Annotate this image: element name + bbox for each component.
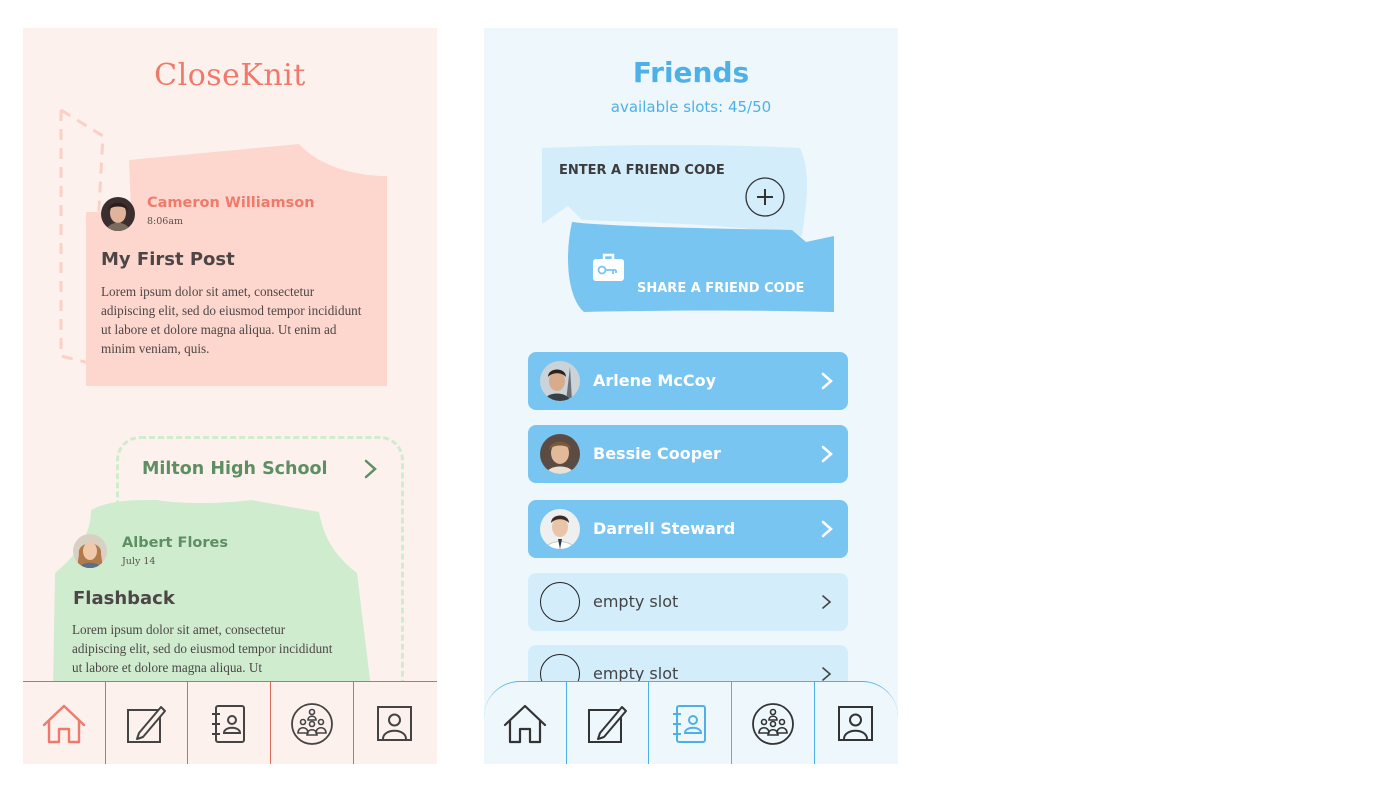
friends-screen: Friends available slots: 45/50 ENTER A F…: [484, 28, 898, 764]
post-time: July 14: [122, 556, 156, 567]
address-book-icon: [673, 704, 706, 743]
avatar-photo-bessie: [540, 434, 580, 474]
chevron-right-icon: [821, 520, 833, 538]
nav-new-post[interactable]: [105, 682, 188, 764]
home-screen: CloseKnit Cameron Williamson 8:06am My F…: [23, 28, 437, 764]
friend-name: Arlene McCoy: [593, 371, 716, 390]
friend-item[interactable]: Darrell Steward: [528, 500, 848, 558]
chevron-right-icon[interactable]: [363, 459, 379, 479]
pencil-edit-icon: [588, 705, 627, 743]
nav-home[interactable]: [484, 682, 567, 764]
group-name[interactable]: Milton High School: [142, 459, 328, 479]
post-author[interactable]: Albert Flores: [122, 535, 228, 551]
avatar: [540, 509, 580, 549]
address-book-icon: [212, 704, 245, 743]
bottom-nav-bar: [484, 681, 898, 764]
home-icon: [503, 704, 547, 743]
avatar: [540, 434, 580, 474]
share-code-label[interactable]: SHARE A FRIEND CODE: [637, 281, 804, 296]
friend-item[interactable]: Arlene McCoy: [528, 352, 848, 410]
post-author[interactable]: Cameron Williamson: [147, 195, 315, 211]
slot-label: empty slot: [593, 592, 679, 611]
nav-friends[interactable]: [188, 682, 271, 764]
profile-icon: [838, 705, 873, 741]
chevron-right-icon: [821, 445, 833, 463]
post-title[interactable]: My First Post: [101, 249, 235, 270]
chevron-right-icon: [821, 372, 833, 390]
pencil-edit-icon: [127, 705, 166, 743]
friend-name: Darrell Steward: [593, 519, 736, 538]
avatar-photo-arlene: [540, 361, 580, 401]
page-title: Friends: [632, 56, 750, 89]
post-title[interactable]: Flashback: [73, 588, 175, 609]
avatar[interactable]: [101, 197, 135, 231]
nav-groups[interactable]: [271, 682, 354, 764]
home-icon: [42, 704, 86, 743]
nav-profile[interactable]: [815, 682, 897, 764]
avatar[interactable]: [73, 534, 107, 568]
nav-home[interactable]: [23, 682, 106, 764]
nav-profile[interactable]: [354, 682, 436, 764]
nav-friends[interactable]: [649, 682, 732, 764]
nav-groups[interactable]: [732, 682, 815, 764]
chevron-right-icon: [822, 595, 832, 609]
avatar-photo-albert: [73, 534, 107, 568]
avatar: [540, 361, 580, 401]
enter-code-label[interactable]: ENTER A FRIEND CODE: [559, 163, 725, 178]
app-logo: CloseKnit: [154, 58, 306, 93]
friend-name: Bessie Cooper: [593, 444, 721, 463]
post-body: Lorem ipsum dolor sit amet, consectetur …: [72, 622, 333, 675]
avatar-photo-darrell: [540, 509, 580, 549]
empty-avatar-circle: [540, 582, 580, 622]
nav-new-post[interactable]: [566, 682, 649, 764]
plus-icon[interactable]: [744, 177, 786, 219]
key-briefcase-icon: [593, 253, 624, 281]
post-time: 8:06am: [147, 216, 184, 227]
empty-slot-item[interactable]: empty slot: [528, 573, 848, 631]
profile-icon: [377, 705, 412, 741]
post-body: Lorem ipsum dolor sit amet, consectetur …: [101, 284, 362, 356]
bottom-nav-bar: [23, 681, 437, 764]
group-icon: [291, 702, 333, 745]
avatar-photo-cameron: [101, 197, 135, 231]
group-icon: [752, 702, 794, 745]
slots-counter: available slots: 45/50: [610, 98, 772, 116]
friend-item[interactable]: Bessie Cooper: [528, 425, 848, 483]
